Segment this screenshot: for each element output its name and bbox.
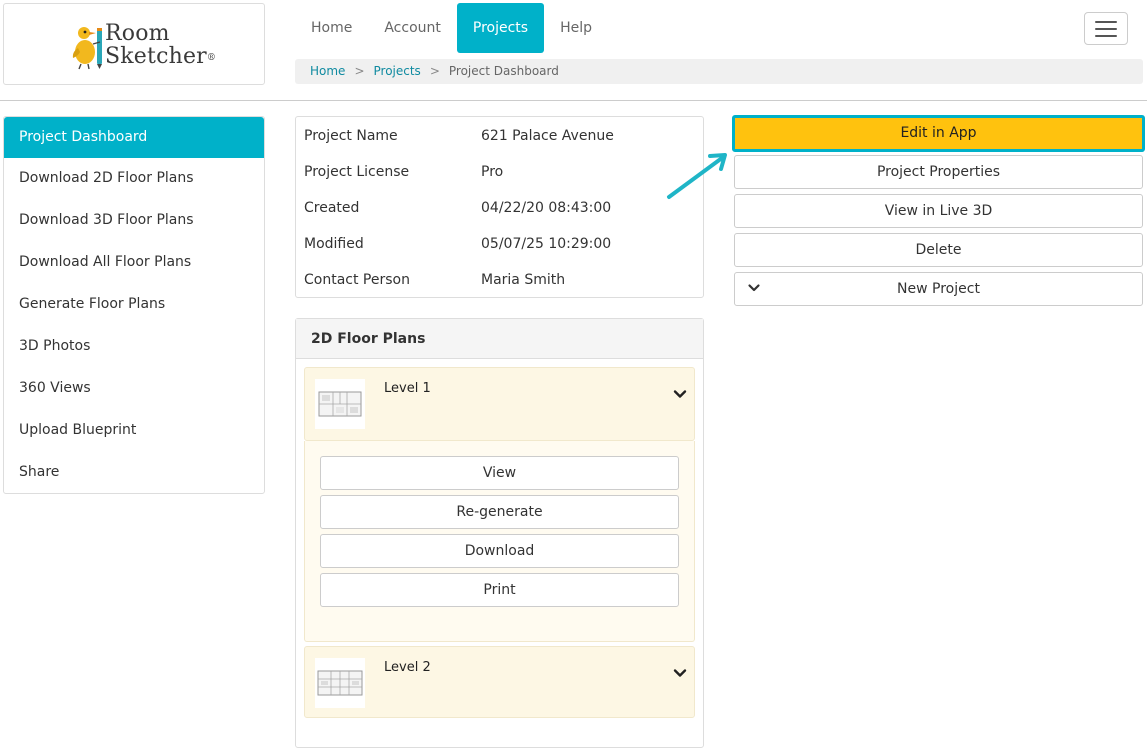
breadcrumb-projects[interactable]: Projects	[374, 64, 421, 78]
sidebar-item-generate-floor-plans[interactable]: Generate Floor Plans	[4, 284, 264, 326]
hamburger-icon	[1095, 20, 1117, 23]
hamburger-icon-bar	[1095, 34, 1117, 37]
info-row: Modified 05/07/25 10:29:00	[296, 226, 703, 262]
level-2-header[interactable]: Level 2	[304, 646, 695, 718]
sidebar-item-download-3d[interactable]: Download 3D Floor Plans	[4, 200, 264, 242]
nav-home[interactable]: Home	[295, 3, 368, 53]
info-value: Maria Smith	[481, 272, 566, 288]
info-key: Project License	[304, 164, 410, 180]
floor-plan-thumbnail[interactable]	[315, 379, 365, 429]
download-plan-button[interactable]: Download	[320, 534, 679, 568]
callout-arrow-icon	[667, 153, 727, 199]
regenerate-plan-button[interactable]: Re-generate	[320, 495, 679, 529]
chevron-down-icon	[748, 284, 760, 292]
level-1-actions: View Re-generate Download Print	[304, 441, 695, 642]
level-name: Level 2	[384, 660, 431, 675]
room-sketcher-logo-icon	[72, 27, 102, 70]
main-nav: Home Account Projects Help	[295, 3, 608, 53]
sidebar-item-download-all[interactable]: Download All Floor Plans	[4, 242, 264, 284]
view-live-3d-button[interactable]: View in Live 3D	[734, 194, 1143, 228]
brand-logo-box[interactable]: Room Sketcher®	[3, 3, 265, 85]
info-value: 05/07/25 10:29:00	[481, 236, 612, 252]
new-project-button[interactable]: New Project	[734, 272, 1143, 306]
breadcrumb: Home > Projects > Project Dashboard	[295, 59, 1143, 84]
brand-registered-mark: ®	[206, 53, 217, 63]
floor-plan-thumbnail[interactable]	[315, 658, 365, 708]
info-row: Project Name 621 Palace Avenue	[296, 118, 703, 154]
nav-projects[interactable]: Projects	[456, 3, 545, 53]
brand-wordmark: Room Sketcher®	[105, 22, 216, 68]
brand-line-1: Room	[105, 21, 170, 46]
breadcrumb-separator: >	[354, 64, 365, 78]
project-properties-button[interactable]: Project Properties	[734, 155, 1143, 189]
menu-toggle-button[interactable]	[1084, 12, 1128, 45]
print-plan-button[interactable]: Print	[320, 573, 679, 607]
info-row: Created 04/22/20 08:43:00	[296, 190, 703, 226]
level-name: Level 1	[384, 381, 431, 396]
sidebar-item-360-views[interactable]: 360 Views	[4, 368, 264, 410]
info-key: Project Name	[304, 128, 398, 144]
new-project-label: New Project	[897, 281, 980, 297]
floor-plans-title: 2D Floor Plans	[296, 319, 703, 359]
breadcrumb-home[interactable]: Home	[310, 64, 345, 78]
nav-account[interactable]: Account	[368, 3, 457, 53]
chevron-down-icon[interactable]	[672, 386, 688, 402]
sidebar-item-share[interactable]: Share	[4, 452, 264, 494]
info-key: Created	[304, 200, 360, 216]
sidebar: Project Dashboard Download 2D Floor Plan…	[3, 116, 265, 494]
brand-line-2: Sketcher	[105, 44, 207, 69]
sidebar-item-project-dashboard[interactable]: Project Dashboard	[4, 117, 264, 158]
header-divider	[0, 100, 1147, 101]
info-key: Modified	[304, 236, 364, 252]
info-key: Contact Person	[304, 272, 410, 288]
info-value: 621 Palace Avenue	[481, 128, 614, 144]
sidebar-item-download-2d[interactable]: Download 2D Floor Plans	[4, 158, 264, 200]
chevron-down-icon[interactable]	[672, 665, 688, 681]
view-plan-button[interactable]: View	[320, 456, 679, 490]
breadcrumb-separator: >	[429, 64, 440, 78]
floor-plans-panel: 2D Floor Plans Level 1 View Re-generate …	[295, 318, 704, 748]
nav-help[interactable]: Help	[544, 3, 608, 53]
delete-project-button[interactable]: Delete	[734, 233, 1143, 267]
info-row: Project License Pro	[296, 154, 703, 190]
edit-in-app-button[interactable]: Edit in App	[732, 115, 1145, 152]
breadcrumb-current: Project Dashboard	[448, 64, 559, 78]
project-info-table: Project Name 621 Palace Avenue Project L…	[295, 116, 704, 298]
info-row: Contact Person Maria Smith	[296, 262, 703, 298]
level-1-header[interactable]: Level 1	[304, 367, 695, 441]
sidebar-item-upload-blueprint[interactable]: Upload Blueprint	[4, 410, 264, 452]
hamburger-icon-bar	[1095, 27, 1117, 30]
sidebar-item-3d-photos[interactable]: 3D Photos	[4, 326, 264, 368]
